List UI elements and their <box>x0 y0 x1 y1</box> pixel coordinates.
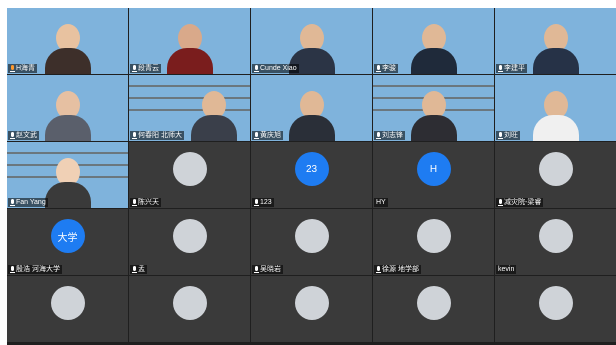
participant-name-label: Fan Yang <box>8 198 48 207</box>
participant-tile[interactable]: Fan Yang <box>7 142 128 208</box>
participant-name-label: H海青 <box>8 64 38 73</box>
participant-tile[interactable]: 孟 <box>129 209 250 275</box>
participant-tile[interactable]: 吴晓岩 <box>251 209 372 275</box>
participant-name-label: 殷浩 河海大学 <box>8 265 62 274</box>
avatar <box>172 286 207 320</box>
participant-name-label: 刘志锋 <box>374 131 405 140</box>
participant-tile[interactable] <box>495 276 616 342</box>
participant-tile[interactable]: kevin <box>495 209 616 275</box>
microphone-icon <box>10 65 15 72</box>
avatar <box>294 219 329 253</box>
participant-name-label: 123 <box>252 198 274 207</box>
microphone-icon <box>498 199 503 206</box>
participant-tile[interactable]: 刘志锋 <box>373 75 494 141</box>
participant-name-label: 吴晓岩 <box>252 265 283 274</box>
avatar: 大学 <box>50 219 85 253</box>
microphone-icon <box>254 266 259 273</box>
avatar <box>538 152 573 186</box>
participant-name-label: 李骏 <box>374 64 398 73</box>
microphone-icon <box>376 132 381 139</box>
avatar <box>416 286 451 320</box>
participant-tile[interactable]: 减灾院-梁睿 <box>495 142 616 208</box>
participant-tile[interactable]: 李建平 <box>495 8 616 74</box>
microphone-icon <box>376 65 381 72</box>
avatar <box>172 152 207 186</box>
participant-tile[interactable]: Cunde Xiao <box>251 8 372 74</box>
microphone-icon <box>10 132 15 139</box>
microphone-icon <box>498 65 503 72</box>
participant-tile[interactable]: 徐源 地学部 <box>373 209 494 275</box>
participant-tile[interactable]: 李骏 <box>373 8 494 74</box>
participant-tile[interactable]: 何春阳 北师大 <box>129 75 250 141</box>
participant-name-label: HY <box>374 198 388 207</box>
avatar <box>416 219 451 253</box>
microphone-icon <box>10 199 15 206</box>
participant-name-label: Cunde Xiao <box>252 64 299 73</box>
participant-tile[interactable]: 赵文武 <box>7 75 128 141</box>
participant-name-label: 徐源 地学部 <box>374 265 421 274</box>
microphone-icon <box>498 132 503 139</box>
microphone-icon <box>254 65 259 72</box>
microphone-icon <box>132 65 137 72</box>
participant-tile[interactable]: 段青云 <box>129 8 250 74</box>
participant-name-label: 刘旺 <box>496 131 520 140</box>
participant-name-label: 赵文武 <box>8 131 39 140</box>
avatar: 23 <box>294 152 329 186</box>
participant-tile[interactable] <box>251 276 372 342</box>
microphone-icon <box>132 266 137 273</box>
participant-name-label: 减灾院-梁睿 <box>496 198 544 207</box>
participant-name-label: 李建平 <box>496 64 527 73</box>
participant-video <box>532 91 579 141</box>
participant-name-label: 何春阳 北师大 <box>130 131 184 140</box>
participant-video <box>166 24 213 74</box>
participant-name-label: kevin <box>496 265 517 274</box>
participant-tile[interactable]: 23 123 <box>251 142 372 208</box>
participant-video <box>410 91 457 141</box>
microphone-icon <box>132 132 137 139</box>
participant-tile[interactable]: 大学 殷浩 河海大学 <box>7 209 128 275</box>
avatar <box>294 286 329 320</box>
microphone-icon <box>10 266 15 273</box>
microphone-icon <box>254 132 259 139</box>
participant-tile[interactable] <box>7 276 128 342</box>
participant-video <box>44 24 91 74</box>
participant-tile[interactable] <box>129 276 250 342</box>
participant-name-label: 段青云 <box>130 64 161 73</box>
participant-video <box>288 91 335 141</box>
participant-name-label: 陈兴天 <box>130 198 161 207</box>
avatar <box>538 219 573 253</box>
participant-tile[interactable]: H海青 <box>7 8 128 74</box>
participant-tile[interactable]: 陈兴天 <box>129 142 250 208</box>
participant-video <box>44 158 91 208</box>
participant-name-label: 孟 <box>130 265 147 274</box>
microphone-icon <box>376 266 381 273</box>
video-gallery-grid: H海青 段青云 Cunde Xiao 李骏 李建平 赵文武 何春阳 北师大 黄庆… <box>7 8 616 345</box>
participant-video <box>44 91 91 141</box>
participant-name-label: 黄庆旭 <box>252 131 283 140</box>
participant-tile[interactable]: H HY <box>373 142 494 208</box>
participant-video <box>190 91 237 141</box>
avatar: H <box>416 152 451 186</box>
participant-video <box>532 24 579 74</box>
participant-video <box>410 24 457 74</box>
participant-tile[interactable]: 黄庆旭 <box>251 75 372 141</box>
avatar <box>50 286 85 320</box>
avatar <box>172 219 207 253</box>
avatar <box>538 286 573 320</box>
microphone-icon <box>254 199 259 206</box>
participant-tile[interactable] <box>373 276 494 342</box>
participant-tile[interactable]: 刘旺 <box>495 75 616 141</box>
microphone-icon <box>132 199 137 206</box>
